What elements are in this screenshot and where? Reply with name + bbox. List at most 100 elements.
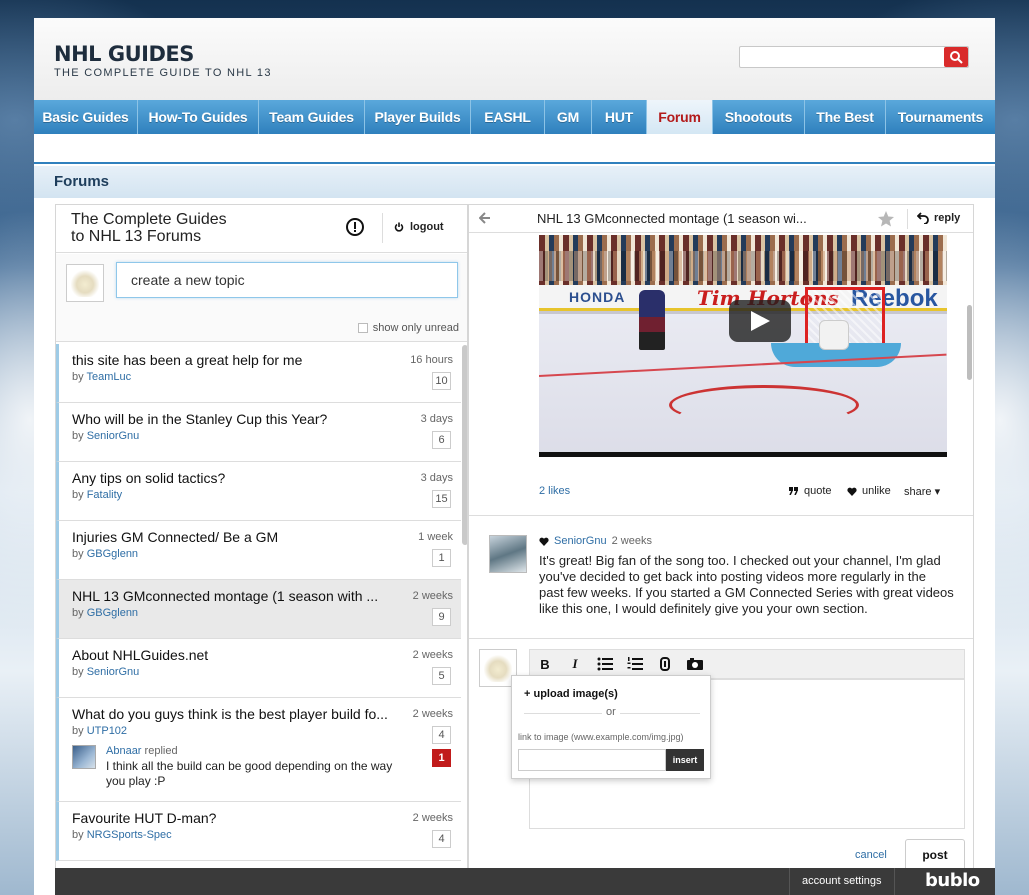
reply-button[interactable]: reply — [917, 212, 960, 224]
nav-how-to-guides[interactable]: How-To Guides — [138, 100, 259, 134]
likes-link[interactable]: 2 likes — [539, 485, 570, 497]
topic-author[interactable]: GBGglenn — [87, 548, 138, 560]
topic-author[interactable]: TeamLuc — [86, 371, 131, 383]
thread-scrollbar[interactable] — [967, 305, 972, 380]
star-icon[interactable] — [877, 210, 895, 228]
insert-button[interactable]: insert — [666, 749, 704, 771]
new-topic-area: create a new topic show only unread — [56, 254, 467, 342]
nav-the-best[interactable]: The Best — [805, 100, 886, 134]
image-button[interactable] — [680, 650, 710, 678]
topic-item[interactable]: About NHLGuides.net by SeniorGnu 2 weeks… — [56, 639, 461, 698]
forum-title: The Complete Guides to NHL 13 Forums — [71, 211, 227, 245]
video-player-skater — [639, 290, 665, 350]
topic-author[interactable]: UTP102 — [87, 725, 127, 737]
topic-author[interactable]: GBGglenn — [87, 607, 138, 619]
numbered-list-button[interactable] — [620, 650, 650, 678]
nav-player-builds[interactable]: Player Builds — [365, 100, 471, 134]
topic-item-selected[interactable]: NHL 13 GMconnected montage (1 season wit… — [56, 580, 461, 639]
nav-eashl[interactable]: EASHL — [471, 100, 545, 134]
image-upload-popup: + upload image(s) or link to image (www.… — [511, 675, 711, 779]
topic-post-count: 9 — [432, 608, 451, 626]
logout-button[interactable]: logout — [394, 221, 444, 233]
image-link-input[interactable] — [518, 749, 666, 771]
topic-author[interactable]: Fatality — [87, 489, 122, 501]
topic-post-count: 6 — [432, 431, 451, 449]
new-topic-input[interactable]: create a new topic — [116, 262, 458, 298]
play-button[interactable] — [729, 300, 791, 342]
header-divider — [382, 213, 383, 243]
by-prefix: by — [72, 666, 84, 678]
topic-time: 2 weeks — [412, 812, 453, 824]
topic-author[interactable]: SeniorGnu — [87, 430, 140, 442]
topic-author-line: by UTP102 — [72, 725, 127, 737]
comment-user[interactable]: SeniorGnu — [554, 535, 607, 547]
post-actions: 2 likes quote unlike share ▾ — [539, 485, 947, 501]
topic-author-line: by Fatality — [72, 489, 122, 501]
show-unread-checkbox[interactable] — [357, 323, 368, 333]
nav-gm[interactable]: GM — [545, 100, 592, 134]
nav-team-guides[interactable]: Team Guides — [259, 100, 365, 134]
topic-time: 2 weeks — [412, 649, 453, 661]
upload-label: upload image(s) — [533, 688, 618, 700]
topic-item[interactable]: Who will be in the Stanley Cup this Year… — [56, 403, 461, 462]
power-icon — [394, 222, 404, 232]
by-prefix: by — [72, 548, 84, 560]
nav-forum[interactable]: Forum — [647, 100, 713, 134]
reply-user[interactable]: Abnaar — [106, 745, 141, 757]
topics-panel: The Complete Guides to NHL 13 Forums log… — [55, 204, 468, 879]
topic-item[interactable]: Injuries GM Connected/ Be a GM by GBGgle… — [56, 521, 461, 580]
italic-button[interactable]: I — [560, 650, 590, 678]
bublo-logo[interactable]: bublo — [925, 870, 980, 891]
sub-bar — [34, 134, 995, 164]
bold-button[interactable]: B — [530, 650, 560, 678]
topic-author-line: by TeamLuc — [72, 371, 131, 383]
post-button[interactable]: post — [905, 839, 965, 871]
nav-shootouts[interactable]: Shootouts — [713, 100, 805, 134]
link-icon — [660, 657, 670, 671]
nav-tournaments[interactable]: Tournaments — [886, 100, 995, 134]
alert-icon[interactable] — [345, 217, 365, 237]
quote-label: quote — [804, 485, 832, 497]
quote-button[interactable]: quote — [789, 485, 832, 497]
cancel-button[interactable]: cancel — [855, 849, 887, 861]
topic-item[interactable]: Any tips on solid tactics? by Fatality 3… — [56, 462, 461, 521]
heart-icon — [539, 537, 549, 546]
nav-hut[interactable]: HUT — [592, 100, 647, 134]
reply-label: reply — [934, 212, 961, 224]
by-prefix: by — [72, 489, 84, 501]
topic-title: Favourite HUT D-man? — [72, 810, 217, 826]
show-unread-toggle[interactable]: show only unread — [357, 322, 459, 334]
thread-title: NHL 13 GMconnected montage (1 season wi.… — [537, 211, 807, 226]
quote-icon — [789, 487, 798, 495]
topic-author[interactable]: NRGSports-Spec — [87, 829, 172, 841]
site-title[interactable]: NHL GUIDES — [54, 42, 194, 66]
upload-images-button[interactable]: + upload image(s) — [524, 688, 618, 700]
share-dropdown[interactable]: share ▾ — [904, 485, 940, 498]
header-divider — [907, 209, 908, 229]
topic-author[interactable]: SeniorGnu — [87, 666, 140, 678]
by-prefix: by — [72, 725, 84, 737]
link-button[interactable] — [650, 650, 680, 678]
search-input[interactable] — [739, 46, 969, 68]
back-arrow-icon[interactable] — [479, 212, 491, 224]
reply-action: replied — [144, 745, 178, 757]
topic-time: 1 week — [418, 531, 453, 543]
bullet-list-button[interactable] — [590, 650, 620, 678]
search-icon — [950, 51, 963, 64]
topic-item[interactable]: this site has been a great help for me b… — [56, 344, 461, 403]
image-link-label: link to image (www.example.com/img.jpg) — [518, 732, 684, 742]
search-button[interactable] — [944, 47, 968, 67]
topic-time: 16 hours — [410, 354, 453, 366]
topic-item[interactable]: What do you guys think is the best playe… — [56, 698, 461, 802]
topic-author-line: by NRGSports-Spec — [72, 829, 172, 841]
account-settings-button[interactable]: account settings — [789, 868, 895, 895]
topic-item[interactable]: Favourite HUT D-man? by NRGSports-Spec 2… — [56, 802, 461, 861]
unlike-button[interactable]: unlike — [847, 485, 891, 497]
reply-avatar — [72, 745, 96, 769]
forum-title-line-1: The Complete Guides — [71, 211, 227, 228]
bottom-bar: account settings bublo — [55, 868, 995, 895]
nav-basic-guides[interactable]: Basic Guides — [34, 100, 138, 134]
page: NHL GUIDES THE COMPLETE GUIDE TO NHL 13 … — [34, 18, 995, 895]
video-player[interactable]: HONDA Tim Hortons Reebok — [539, 235, 947, 457]
video-bottom-edge — [539, 452, 947, 457]
